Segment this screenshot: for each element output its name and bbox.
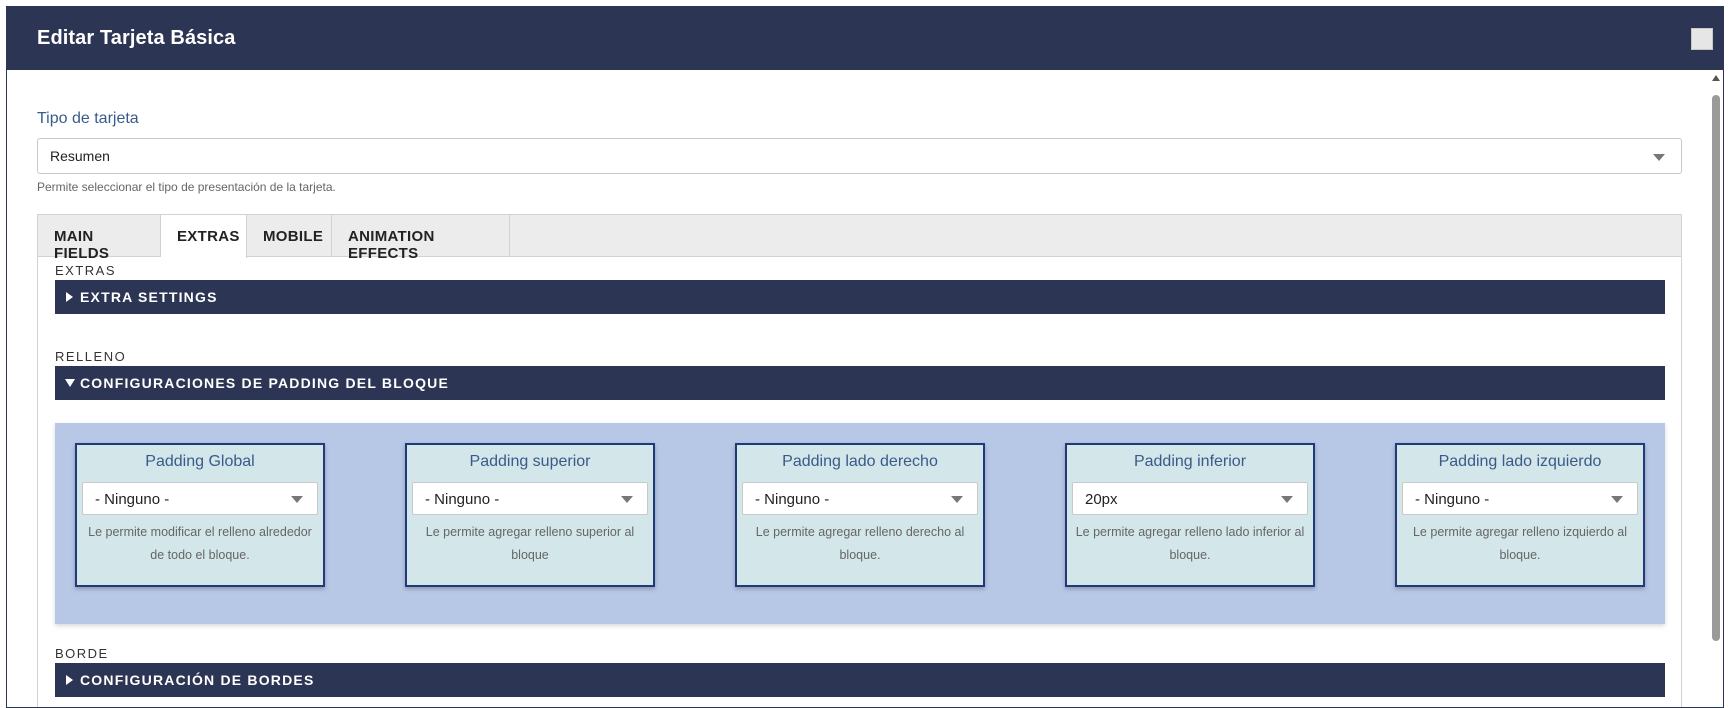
chevron-down-icon	[1611, 496, 1623, 503]
tab-mobile[interactable]: MOBILE	[247, 215, 332, 257]
padding-bottom-help: Le permite agregar relleno lado inferior…	[1075, 525, 1305, 562]
padding-settings-label: CONFIGURACIONES DE PADDING DEL BLOQUE	[80, 375, 450, 391]
padding-right-value: - Ninguno -	[755, 491, 830, 508]
dialog-titlebar: Editar Tarjeta Básica	[7, 7, 1723, 70]
padding-left-card: Padding lado izquierdo - Ninguno - Le pe…	[1395, 443, 1645, 587]
borde-section-label: BORDE	[55, 646, 109, 661]
padding-panel: Padding Global - Ninguno - Le permite mo…	[55, 423, 1665, 624]
chevron-down-icon	[1653, 154, 1665, 161]
tab-bar: MAIN FIELDS EXTRAS MOBILE ANIMATION EFFE…	[38, 215, 1681, 262]
scroll-thumb[interactable]	[1712, 95, 1720, 641]
chevron-down-icon	[951, 496, 963, 503]
padding-bottom-title: Padding inferior	[1133, 453, 1247, 470]
relleno-section-label: RELLENO	[55, 349, 127, 364]
padding-global-select[interactable]: - Ninguno -	[82, 482, 318, 515]
padding-right-select[interactable]: - Ninguno -	[742, 482, 978, 515]
padding-global-value: - Ninguno -	[95, 491, 170, 508]
tab-extras[interactable]: EXTRAS	[161, 215, 247, 258]
card-type-select[interactable]: Resumen	[37, 138, 1682, 174]
padding-global-help: Le permite modificar el relleno alrededo…	[88, 525, 312, 562]
chevron-down-icon	[621, 496, 633, 503]
chevron-down-icon	[291, 496, 303, 503]
padding-top-help: Le permite agregar relleno superior al b…	[425, 525, 635, 562]
border-settings-label: CONFIGURACIÓN DE BORDES	[80, 672, 315, 688]
padding-left-title: Padding lado izquierdo	[1438, 453, 1602, 470]
tabs-container: MAIN FIELDS EXTRAS MOBILE ANIMATION EFFE…	[37, 214, 1682, 707]
padding-top-title: Padding superior	[469, 453, 591, 470]
close-icon[interactable]	[1691, 28, 1713, 50]
triangle-right-icon	[66, 675, 73, 685]
padding-left-help: Le permite agregar relleno izquierdo al …	[1412, 525, 1627, 562]
padding-right-card: Padding lado derecho - Ninguno - Le perm…	[735, 443, 985, 587]
padding-right-title: Padding lado derecho	[782, 453, 938, 470]
padding-bottom-select[interactable]: 20px	[1072, 482, 1308, 515]
vertical-scrollbar[interactable]	[1709, 70, 1723, 707]
padding-global-title: Padding Global	[145, 453, 255, 470]
triangle-right-icon	[66, 292, 73, 302]
padding-right-help: Le permite agregar relleno derecho al bl…	[755, 525, 965, 562]
padding-global-card: Padding Global - Ninguno - Le permite mo…	[75, 443, 325, 587]
dialog-title: Editar Tarjeta Básica	[37, 27, 236, 49]
padding-top-card: Padding superior - Ninguno - Le permite …	[405, 443, 655, 587]
card-type-value: Resumen	[50, 148, 110, 164]
padding-bottom-value: 20px	[1085, 491, 1118, 508]
scroll-up-icon[interactable]	[1712, 75, 1720, 81]
padding-top-value: - Ninguno -	[425, 491, 500, 508]
tab-main-fields[interactable]: MAIN FIELDS	[38, 215, 161, 262]
padding-settings-toggle[interactable]: CONFIGURACIONES DE PADDING DEL BLOQUE	[55, 366, 1665, 400]
padding-left-value: - Ninguno -	[1415, 491, 1490, 508]
border-settings-toggle[interactable]: CONFIGURACIÓN DE BORDES	[55, 663, 1665, 697]
triangle-down-icon	[65, 379, 75, 387]
card-type-help: Permite seleccionar el tipo de presentac…	[37, 180, 336, 194]
edit-card-dialog: Editar Tarjeta Básica Tipo de tarjeta Re…	[6, 6, 1724, 708]
tab-animation-effects[interactable]: ANIMATION EFFECTS	[332, 215, 510, 262]
padding-top-select[interactable]: - Ninguno -	[412, 482, 648, 515]
extra-settings-label: EXTRA SETTINGS	[80, 289, 218, 305]
extras-section-label: EXTRAS	[55, 263, 117, 278]
padding-left-select[interactable]: - Ninguno -	[1402, 482, 1638, 515]
chevron-down-icon	[1281, 496, 1293, 503]
card-type-label: Tipo de tarjeta	[37, 110, 139, 127]
extra-settings-toggle[interactable]: EXTRA SETTINGS	[55, 280, 1665, 314]
padding-bottom-card: Padding inferior 20px Le permite agregar…	[1065, 443, 1315, 587]
